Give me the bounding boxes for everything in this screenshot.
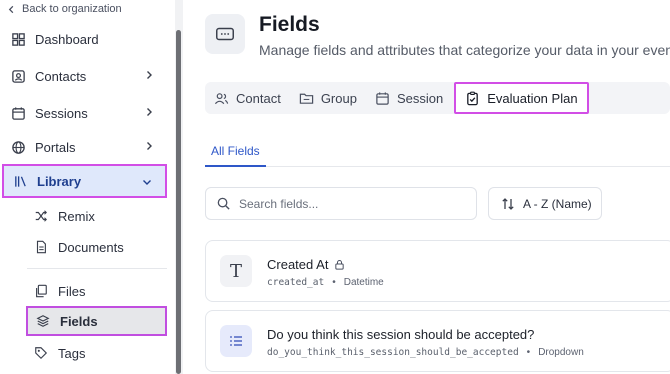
sidebar-item-label: Dashboard xyxy=(35,31,99,47)
contacts-icon xyxy=(10,68,26,84)
calendar-icon xyxy=(10,105,26,121)
files-icon xyxy=(33,283,49,299)
sidebar-subitem-fields[interactable]: Fields xyxy=(26,306,167,336)
page-title: Fields xyxy=(259,13,320,36)
field-name: Do you think this session should be acce… xyxy=(267,327,535,342)
field-name-row: Do you think this session should be acce… xyxy=(267,327,534,342)
field-meta: do_you_think_this_session_should_be_acce… xyxy=(267,347,584,358)
sidebar-subitem-remix[interactable]: Remix xyxy=(26,201,167,231)
tab-session[interactable]: Session xyxy=(366,82,452,114)
field-name: Created At xyxy=(267,257,329,272)
chevron-left-icon xyxy=(8,5,14,13)
field-subtabs: All Fields xyxy=(205,137,670,167)
sidebar-subitem-label: Documents xyxy=(58,239,124,255)
chevron-right-icon xyxy=(147,108,152,116)
field-type: Datetime xyxy=(343,277,384,288)
sidebar: Back to organization Dashboard Contacts … xyxy=(0,0,183,374)
sidebar-item-label: Portals xyxy=(35,139,76,155)
sidebar-item-label: Contacts xyxy=(35,68,87,84)
chevron-right-icon xyxy=(147,142,152,150)
search-input[interactable] xyxy=(239,196,459,211)
dashboard-icon xyxy=(10,31,26,47)
sidebar-item-portals[interactable]: Portals xyxy=(2,130,167,164)
tab-label: Evaluation Plan xyxy=(487,90,578,106)
text-type-icon: T xyxy=(220,255,252,287)
tag-icon xyxy=(33,345,49,361)
globe-icon xyxy=(10,139,26,155)
calendar-icon xyxy=(375,91,390,106)
sort-button[interactable]: A - Z (Name) xyxy=(488,187,602,220)
sidebar-subitem-tags[interactable]: Tags xyxy=(26,338,167,368)
search-box[interactable] xyxy=(205,187,477,220)
document-icon xyxy=(33,239,49,255)
sort-arrows-icon xyxy=(501,197,515,211)
subtab-all-fields[interactable]: All Fields xyxy=(205,137,266,167)
entity-tabs: Contact Group Session Evaluation Plan xyxy=(205,82,670,114)
field-type: Dropdown xyxy=(538,347,584,358)
sidebar-subitem-label: Remix xyxy=(58,208,95,224)
sidebar-item-library[interactable]: Library xyxy=(2,164,167,198)
list-icon xyxy=(220,325,252,357)
field-key: do_you_think_this_session_should_be_acce… xyxy=(267,347,519,358)
field-card[interactable]: Do you think this session should be acce… xyxy=(205,310,670,372)
sidebar-subitem-documents[interactable]: Documents xyxy=(26,232,167,262)
fields-header-icon xyxy=(205,14,245,54)
lock-icon xyxy=(335,259,345,270)
group-icon xyxy=(299,91,314,106)
tab-group[interactable]: Group xyxy=(290,82,366,114)
shuffle-icon xyxy=(33,208,49,224)
sidebar-subitem-files[interactable]: Files xyxy=(26,276,167,306)
sort-label: A - Z (Name) xyxy=(523,196,592,211)
layers-icon xyxy=(35,313,51,329)
library-icon xyxy=(12,173,28,189)
clipboard-check-icon xyxy=(465,91,480,106)
separator-dot: • xyxy=(332,277,336,288)
field-key: created_at xyxy=(267,277,325,288)
back-label: Back to organization xyxy=(22,3,122,15)
sidebar-item-sessions[interactable]: Sessions xyxy=(2,96,167,130)
sidebar-item-label: Sessions xyxy=(35,105,88,121)
page-subtitle: Manage fields and attributes that catego… xyxy=(259,42,670,58)
back-to-organization-link[interactable]: Back to organization xyxy=(7,3,122,15)
tab-label: Group xyxy=(320,90,357,106)
tab-label: Contact xyxy=(236,90,281,106)
sidebar-subitem-label: Fields xyxy=(60,313,98,329)
field-card[interactable]: T Created At created_at • Datetime xyxy=(205,240,670,302)
sidebar-scrollbar[interactable] xyxy=(176,30,181,374)
tab-label: Session xyxy=(396,90,444,106)
search-icon xyxy=(216,196,231,211)
tab-contact[interactable]: Contact xyxy=(205,82,290,114)
sidebar-subitem-label: Files xyxy=(58,283,86,299)
field-name-row: Created At xyxy=(267,257,345,272)
sidebar-item-label: Library xyxy=(37,173,82,189)
field-meta: created_at • Datetime xyxy=(267,277,384,288)
sidebar-subitem-label: Tags xyxy=(58,345,86,361)
contact-icon xyxy=(214,91,229,106)
tab-evaluation-plan[interactable]: Evaluation Plan xyxy=(454,82,589,114)
separator-dot: • xyxy=(526,347,531,358)
chevron-down-icon xyxy=(143,180,151,185)
sidebar-item-dashboard[interactable]: Dashboard xyxy=(2,22,167,56)
sidebar-divider xyxy=(27,268,167,269)
sidebar-item-contacts[interactable]: Contacts xyxy=(2,59,167,93)
main-content: Fields Manage fields and attributes that… xyxy=(184,0,670,374)
chevron-right-icon xyxy=(147,71,152,79)
